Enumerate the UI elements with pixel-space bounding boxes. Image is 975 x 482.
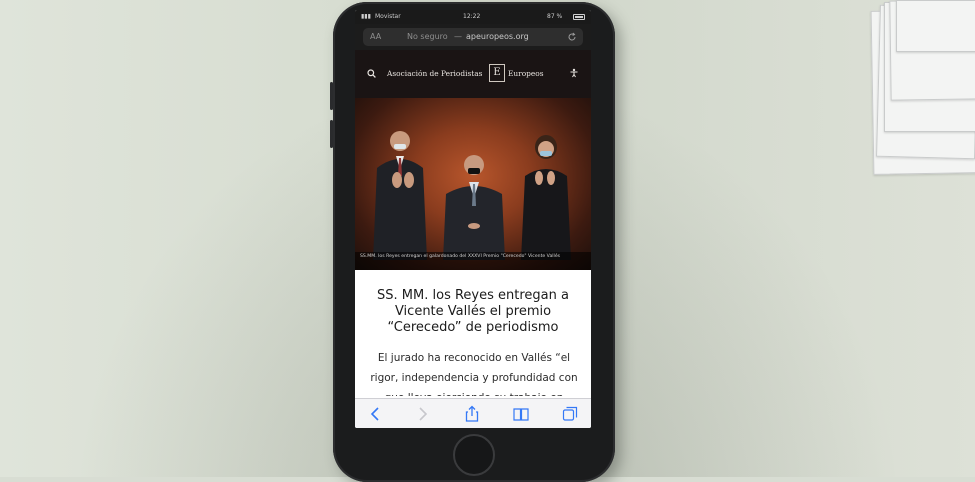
chevron-right-icon[interactable] [413,405,431,423]
status-bar: ▮▮▮ Movistar 12:22 87 % [355,10,591,24]
browser-toolbar [355,398,591,428]
browser-address-bar: AA No seguro — apeuropeos.org [355,24,591,50]
photo-people [373,131,571,260]
volume-button [330,120,333,148]
home-button[interactable] [453,434,495,476]
reload-icon[interactable] [567,32,577,42]
accessibility-icon[interactable] [569,68,579,78]
site-header: Asociación de Periodistas E Europeos [355,50,591,98]
article-title-line: Vicente Vallés el premio [394,304,552,319]
article-title[interactable]: SS. MM. los Reyes entregan a Vicente Val… [365,288,581,336]
article-photo[interactable]: SS.MM. los Reyes entregan el galardonado… [355,98,591,270]
signal-icon: ▮▮▮ [361,13,371,20]
article-lead: El jurado ha reconocido en Vallés “el ri… [370,352,578,396]
book-icon[interactable] [512,405,530,423]
url-field[interactable]: AA No seguro — apeuropeos.org [363,28,583,46]
article-title-line: SS. MM. los Reyes entregan a [377,288,569,303]
article-title-line: “Cerecedo” de periodismo [387,320,559,335]
phone-screen: ▮▮▮ Movistar 12:22 87 % AA No seguro — a… [355,10,591,428]
battery-icon [573,14,585,20]
photo-caption: SS.MM. los Reyes entregan el galardonado… [355,252,591,270]
site-logo[interactable]: E [489,64,505,82]
chevron-left-icon[interactable] [367,405,385,423]
site-name-left[interactable]: Asociación de Periodistas [387,69,482,78]
tabs-icon[interactable] [561,405,579,423]
carrier-label: Movistar [375,13,401,20]
site-name-right[interactable]: Europeos [508,69,544,78]
smartphone: ▮▮▮ Movistar 12:22 87 % AA No seguro — a… [330,2,615,482]
search-icon[interactable] [367,69,376,78]
status-time: 12:22 [463,13,481,20]
security-label: No seguro [407,32,448,41]
text-size-button[interactable]: AA [370,32,381,41]
url-separator: — [454,32,462,41]
battery-percent: 87 % [547,13,563,20]
volume-button [330,82,333,110]
url-domain: apeuropeos.org [466,32,529,41]
share-icon[interactable] [463,405,481,423]
